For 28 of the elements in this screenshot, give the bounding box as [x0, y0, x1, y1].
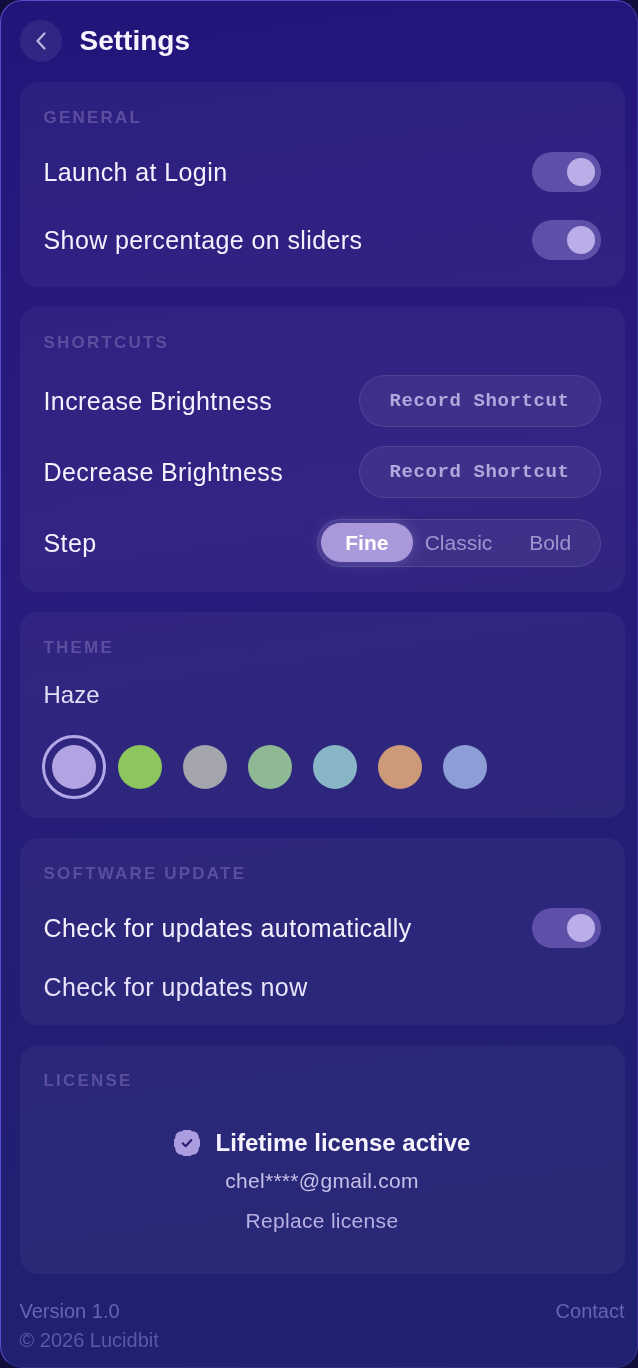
toggle-switch[interactable]: [531, 219, 601, 260]
theme-name: Haze: [43, 680, 100, 709]
toggle-switch[interactable]: [531, 151, 601, 192]
window-title: Settings: [79, 23, 190, 58]
contact-link[interactable]: Contact: [555, 1298, 625, 1323]
step-option[interactable]: Bold: [504, 523, 596, 562]
setting-label: Step: [43, 527, 97, 558]
license-email: chel****@gmail.com: [225, 1167, 419, 1194]
setting-label: Decrease Brightness: [43, 456, 284, 487]
toggle-knob: [566, 913, 595, 942]
setting-label: Launch at Login: [43, 156, 228, 187]
back-chevron-icon: [35, 31, 46, 50]
setting-label: Show percentage on sliders: [43, 224, 363, 255]
toggle-knob: [566, 157, 595, 186]
step-option[interactable]: Fine: [321, 523, 413, 562]
setting-label: Increase Brightness: [43, 385, 273, 416]
step-option[interactable]: Classic: [412, 523, 505, 562]
record-shortcut-button[interactable]: Record Shortcut: [358, 445, 601, 498]
setting-label: Check for updates automatically: [43, 912, 412, 943]
verified-badge-icon: [173, 1129, 200, 1156]
toggle-knob: [566, 225, 595, 254]
copyright-text: © 2026 Lucidbit: [19, 1327, 159, 1352]
version-text: Version 1.0: [19, 1298, 120, 1323]
license-status: Lifetime license active: [215, 1128, 471, 1157]
record-shortcut-button[interactable]: Record Shortcut: [358, 374, 601, 427]
check-updates-link[interactable]: Check for updates now: [43, 971, 308, 1002]
toggle-switch[interactable]: [531, 907, 601, 948]
replace-license-link[interactable]: Replace license: [245, 1207, 399, 1234]
